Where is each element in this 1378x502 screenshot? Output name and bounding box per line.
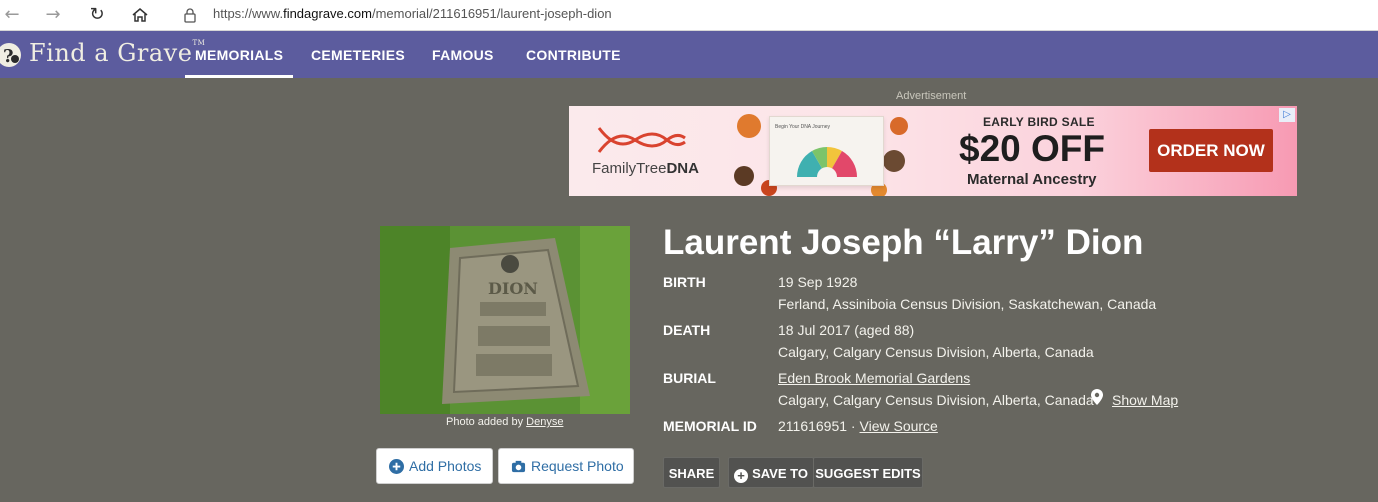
url-prefix: https://www. bbox=[213, 6, 284, 21]
advertisement-label: Advertisement bbox=[896, 90, 967, 102]
memorial-id: 211616951 · View Source bbox=[778, 418, 938, 434]
site-logo[interactable]: Find a GraveTM bbox=[29, 39, 205, 67]
request-photo-button[interactable]: Request Photo bbox=[498, 448, 634, 484]
nav-memorials[interactable]: MEMORIALS bbox=[184, 47, 294, 78]
show-map-wrapper: Show Map bbox=[1112, 392, 1178, 408]
map-pin-icon[interactable] bbox=[1091, 389, 1103, 405]
burial-cemetery: Eden Brook Memorial Gardens bbox=[778, 370, 970, 386]
advertisement-banner[interactable]: FamilyTreeDNA Begin Your DNA Journey EAR… bbox=[569, 106, 1297, 196]
nav-famous[interactable]: FAMOUS bbox=[432, 47, 494, 63]
headstone-image: DION bbox=[380, 226, 630, 414]
dna-helix-icon bbox=[597, 127, 686, 153]
death-date: 18 Jul 2017 (aged 88) bbox=[778, 322, 915, 338]
url-domain: findagrave.com bbox=[283, 6, 372, 21]
memorial-id-value: 211616951 bbox=[778, 418, 848, 434]
share-button[interactable]: SHARE bbox=[663, 457, 720, 488]
ad-brand-bold: DNA bbox=[666, 160, 699, 177]
ancestry-fan-chart-icon bbox=[797, 146, 857, 177]
back-arrow-icon[interactable]: ← bbox=[0, 4, 24, 26]
forward-arrow-icon[interactable]: → bbox=[41, 4, 65, 26]
url-path: /memorial/211616951/laurent-joseph-dion bbox=[371, 6, 612, 21]
ad-subline: Maternal Ancestry bbox=[967, 171, 1097, 188]
suggest-edits-button[interactable]: SUGGEST EDITS bbox=[813, 457, 923, 488]
home-icon[interactable] bbox=[128, 4, 152, 26]
memorial-id-label: MEMORIAL ID bbox=[663, 418, 757, 434]
ad-choices-icon[interactable]: ▷ bbox=[1279, 108, 1295, 122]
add-photos-label: Add Photos bbox=[409, 458, 482, 474]
save-to-button[interactable]: + SAVE TO bbox=[728, 457, 814, 488]
ad-order-now-button[interactable]: ORDER NOW bbox=[1149, 129, 1273, 172]
url-field[interactable]: https://www.findagrave.com/memorial/2116… bbox=[213, 6, 612, 21]
reload-icon[interactable]: ↻ bbox=[85, 4, 109, 26]
ad-headline: EARLY BIRD SALE bbox=[983, 115, 1095, 129]
photo-contributor-link[interactable]: Denyse bbox=[526, 416, 563, 428]
ad-product-box: Begin Your DNA Journey bbox=[769, 116, 884, 186]
logo-trademark: TM bbox=[192, 39, 206, 47]
add-photos-button[interactable]: Add Photos bbox=[376, 448, 493, 484]
death-label: DEATH bbox=[663, 322, 711, 338]
memorial-name: Laurent Joseph “Larry” Dion bbox=[663, 223, 1144, 262]
lock-icon[interactable] bbox=[183, 7, 197, 23]
birth-place: Ferland, Assiniboia Census Division, Sas… bbox=[778, 296, 1157, 312]
nav-contribute[interactable]: CONTRIBUTE bbox=[526, 47, 621, 63]
photo-caption: Photo added by Denyse bbox=[446, 416, 563, 428]
plus-circle-icon: + bbox=[734, 469, 749, 483]
ad-price: $20 OFF bbox=[959, 128, 1105, 169]
site-header: ? Find a GraveTM MEMORIALS CEMETERIES FA… bbox=[0, 31, 1378, 78]
save-to-label: SAVE TO bbox=[752, 466, 808, 481]
show-map-link[interactable]: Show Map bbox=[1112, 392, 1178, 408]
find-a-grave-logo-icon[interactable]: ? bbox=[0, 42, 22, 68]
nav-cemeteries[interactable]: CEMETERIES bbox=[311, 47, 405, 63]
plus-circle-icon bbox=[389, 458, 404, 474]
grave-photo[interactable]: DION bbox=[380, 226, 630, 414]
ad-brand-light: FamilyTree bbox=[592, 160, 667, 177]
cemetery-link[interactable]: Eden Brook Memorial Gardens bbox=[778, 370, 970, 386]
view-source-link[interactable]: View Source bbox=[860, 418, 938, 434]
browser-address-bar: ← → ↻ https://www.findagrave.com/memoria… bbox=[0, 0, 1378, 31]
burial-label: BURIAL bbox=[663, 370, 716, 386]
logo-text: Find a Grave bbox=[29, 39, 193, 67]
ad-product-title: Begin Your DNA Journey bbox=[775, 124, 831, 130]
svg-text:DION: DION bbox=[488, 279, 538, 298]
burial-place: Calgary, Calgary Census Division, Albert… bbox=[778, 392, 1094, 408]
camera-icon bbox=[511, 460, 526, 472]
ad-brand: FamilyTreeDNA bbox=[592, 160, 699, 177]
birth-label: BIRTH bbox=[663, 274, 706, 290]
photo-caption-prefix: Photo added by bbox=[446, 416, 524, 428]
request-photo-label: Request Photo bbox=[531, 458, 624, 474]
birth-date: 19 Sep 1928 bbox=[778, 274, 858, 290]
death-place: Calgary, Calgary Census Division, Albert… bbox=[778, 344, 1094, 360]
memorial-id-separator: · bbox=[847, 418, 860, 434]
